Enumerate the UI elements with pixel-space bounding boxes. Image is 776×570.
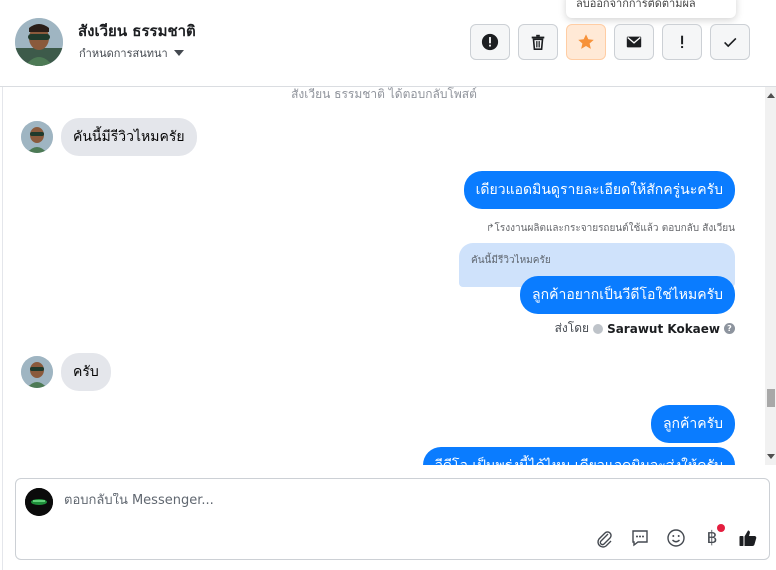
mark-unread-button[interactable] (614, 24, 654, 60)
conversation-header: สังเวียน ธรรมชาติ กำหนดการสนทนา ลบออกจาก… (0, 0, 776, 87)
incoming-message-row: คันนี้มีรีวิวไหมครัย (21, 118, 197, 156)
reply-context-label: ↱โรงงานผลิตและกระจายรถยนต์ใช้แล้ว ตอบกลั… (486, 221, 735, 236)
reply-input[interactable] (64, 493, 664, 508)
saved-reply-icon (632, 530, 648, 547)
like-button[interactable] (737, 527, 759, 549)
star-icon (578, 34, 594, 49)
outgoing-message[interactable]: เดียวแอดมินดูรายละเอียดให้สักครู่นะครับ (463, 171, 735, 209)
tooltip: ลบออกจากการติดตามผล (566, 0, 736, 18)
action-toolbar (470, 24, 750, 60)
check-icon (724, 37, 737, 48)
check-badge-icon (593, 323, 604, 334)
emoji-icon (667, 529, 685, 547)
incoming-message[interactable]: คันนี้มีรีวิวไหมครัย (61, 118, 197, 156)
help-icon[interactable]: ? (724, 323, 735, 334)
reply-arrow-icon: ↱ (486, 223, 495, 234)
saved-replies-button[interactable] (629, 527, 651, 549)
notification-dot (717, 524, 725, 532)
sent-by-label: ส่งโดย Sarawut Kokaew ? (555, 319, 735, 338)
delete-button[interactable] (518, 24, 558, 60)
scroll-thumb[interactable] (767, 389, 775, 407)
sent-by-text: ส่งโดย (554, 321, 590, 335)
sender-name[interactable]: Sarawut Kokaew (607, 322, 720, 336)
follow-up-star-button[interactable] (566, 24, 606, 60)
incoming-message[interactable]: ครับ (61, 353, 111, 391)
emoji-button[interactable] (665, 527, 687, 549)
assign-label: กำหนดการสนทนา (79, 47, 168, 60)
envelope-icon (626, 36, 642, 48)
scroll-up-arrow-icon[interactable] (767, 93, 775, 98)
payment-button[interactable]: ฿ (701, 524, 725, 549)
paperclip-icon (597, 531, 612, 548)
page-avatar (25, 488, 53, 516)
incoming-message-row: ครับ (21, 353, 111, 391)
like-icon (739, 530, 757, 546)
message-composer: ฿ (15, 478, 770, 560)
scroll-down-arrow-icon[interactable] (767, 454, 775, 459)
alert-circle-icon (481, 33, 499, 51)
avatar (21, 356, 53, 388)
alert-button[interactable] (470, 24, 510, 60)
outgoing-message[interactable]: ลูกค้าอยากเป็นวีดีโอใช่ไหมครับ (520, 276, 735, 314)
exclamation-icon (681, 35, 684, 49)
reply-context-text: โรงงานผลิตและกระจายรถยนต์ใช้แล้ว ตอบกลับ… (494, 223, 735, 234)
trash-icon (531, 34, 545, 51)
composer-toolbar: ฿ (593, 524, 759, 549)
outgoing-message[interactable]: ลูกค้าครับ (650, 405, 735, 443)
done-button[interactable] (710, 24, 750, 60)
contact-name[interactable]: สังเวียน ธรรมชาติ (78, 19, 196, 43)
avatar[interactable] (15, 18, 63, 66)
spam-button[interactable] (662, 24, 702, 60)
assign-conversation-dropdown[interactable]: กำหนดการสนทนา (79, 44, 184, 62)
system-note: สังเวียน ธรรมชาติ ได้ตอบกลับโพสต์ (291, 87, 477, 101)
message-thread: สังเวียน ธรรมชาติ ได้ตอบกลับโพสต์ คันนี้… (3, 87, 765, 465)
baht-icon: ฿ (706, 528, 718, 548)
caret-down-icon (173, 50, 184, 56)
outgoing-message[interactable]: วีดีโอ เป็นพรุ่งนี้ได้ไหม เดียวแอดมินจะส… (422, 447, 735, 465)
avatar (21, 121, 53, 153)
scrollbar[interactable] (765, 87, 776, 465)
attach-button[interactable] (593, 527, 615, 549)
